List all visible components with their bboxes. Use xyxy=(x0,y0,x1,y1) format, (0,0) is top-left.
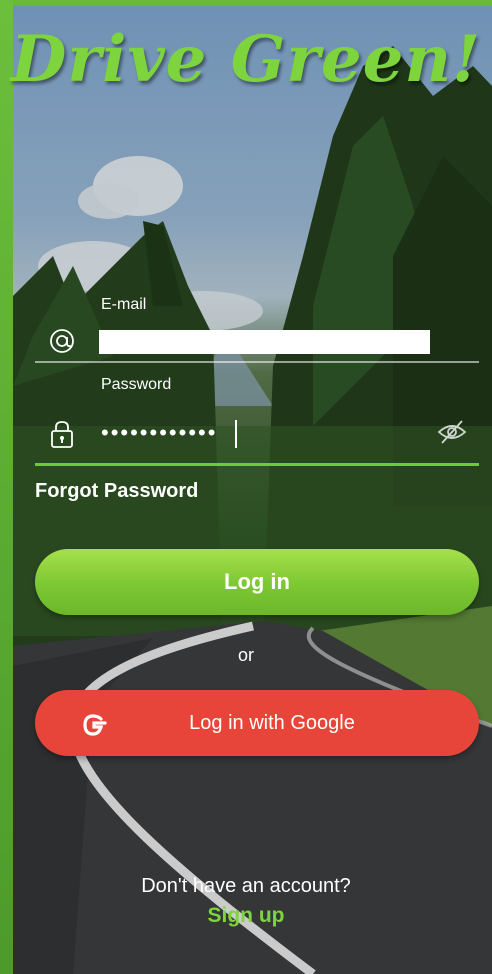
password-label: Password xyxy=(101,376,172,393)
frame-left-border xyxy=(0,0,13,974)
email-field[interactable] xyxy=(99,330,430,354)
text-caret xyxy=(235,420,237,448)
forgot-password-link[interactable]: Forgot Password xyxy=(35,480,198,503)
password-field[interactable]: •••••••••••• xyxy=(101,421,217,445)
app-logo: Drive Green! xyxy=(10,22,482,97)
login-button[interactable]: Log in xyxy=(35,549,479,615)
no-account-text: Don't have an account? xyxy=(141,875,351,897)
google-login-label: Log in with Google xyxy=(189,711,355,734)
or-divider-text: or xyxy=(237,645,254,665)
email-underline xyxy=(35,361,479,363)
email-label: E-mail xyxy=(101,296,147,313)
login-screen: Drive Green! E-mail Password •••••••••••… xyxy=(0,0,492,974)
signup-link[interactable]: Sign up xyxy=(0,904,492,928)
google-g-icon xyxy=(78,709,110,741)
eye-hidden-icon[interactable] xyxy=(436,418,468,446)
password-underline xyxy=(35,463,479,466)
at-icon xyxy=(47,326,77,356)
lock-icon xyxy=(48,419,76,449)
